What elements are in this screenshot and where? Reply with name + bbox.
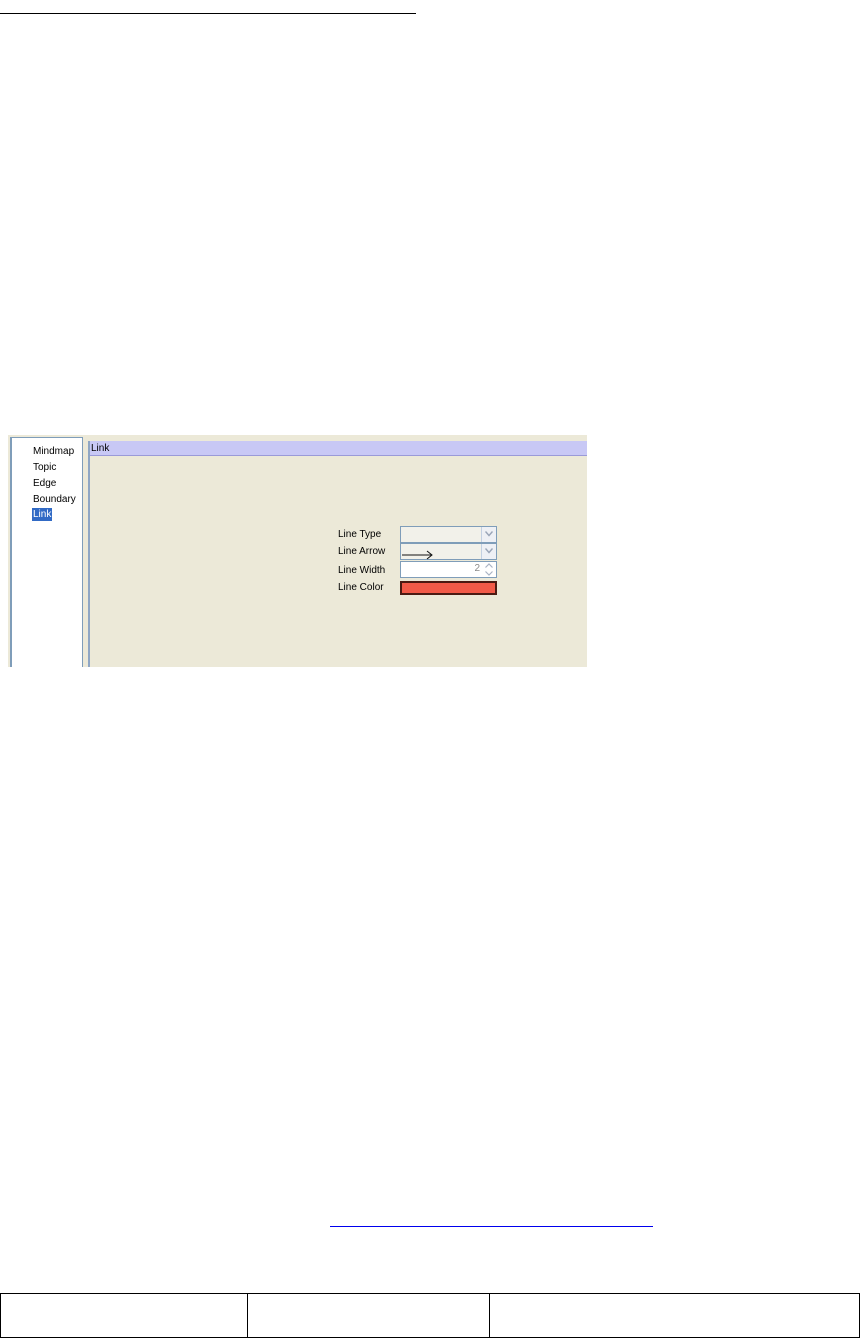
line-type-combo[interactable]	[400, 526, 497, 547]
category-tree: Mindmap Topic Edge Boundary Link	[10, 437, 83, 667]
footer-cell-3	[489, 1293, 860, 1338]
tree-item-mindmap[interactable]: Mindmap	[32, 445, 75, 458]
tree-item-edge[interactable]: Edge	[32, 477, 57, 490]
line-color-label: Line Color	[338, 582, 384, 593]
panel-title: Link	[90, 441, 587, 456]
spinner-buttons	[482, 562, 496, 577]
line-width-label: Line Width	[338, 565, 386, 576]
line-width-spinner[interactable]: 2	[400, 561, 497, 578]
tree-item-boundary[interactable]: Boundary	[32, 493, 77, 506]
footer-cell-2	[247, 1293, 490, 1338]
top-rule	[0, 13, 416, 14]
tree-item-topic[interactable]: Topic	[32, 461, 57, 474]
footer-table	[0, 1293, 860, 1338]
line-type-dropdown-button[interactable]	[481, 527, 496, 542]
hyperlink-underline[interactable]	[330, 1226, 653, 1227]
line-color-swatch[interactable]	[400, 581, 497, 595]
spinner-down-button[interactable]	[482, 570, 496, 577]
tree-item-link[interactable]: Link	[32, 508, 53, 521]
line-type-label: Line Type	[338, 529, 382, 540]
footer-cell-1	[0, 1293, 248, 1338]
line-width-value[interactable]: 2	[474, 563, 480, 574]
preferences-window: Mindmap Topic Edge Boundary Link Link Li…	[8, 435, 587, 667]
line-arrow-dropdown-button[interactable]	[481, 544, 496, 559]
spinner-up-button[interactable]	[482, 562, 496, 569]
line-arrow-combo[interactable]	[400, 543, 497, 560]
line-arrow-label: Line Arrow	[338, 546, 386, 557]
settings-panel: Link Line Type Line Arrow Line Width 2 L…	[88, 441, 587, 667]
